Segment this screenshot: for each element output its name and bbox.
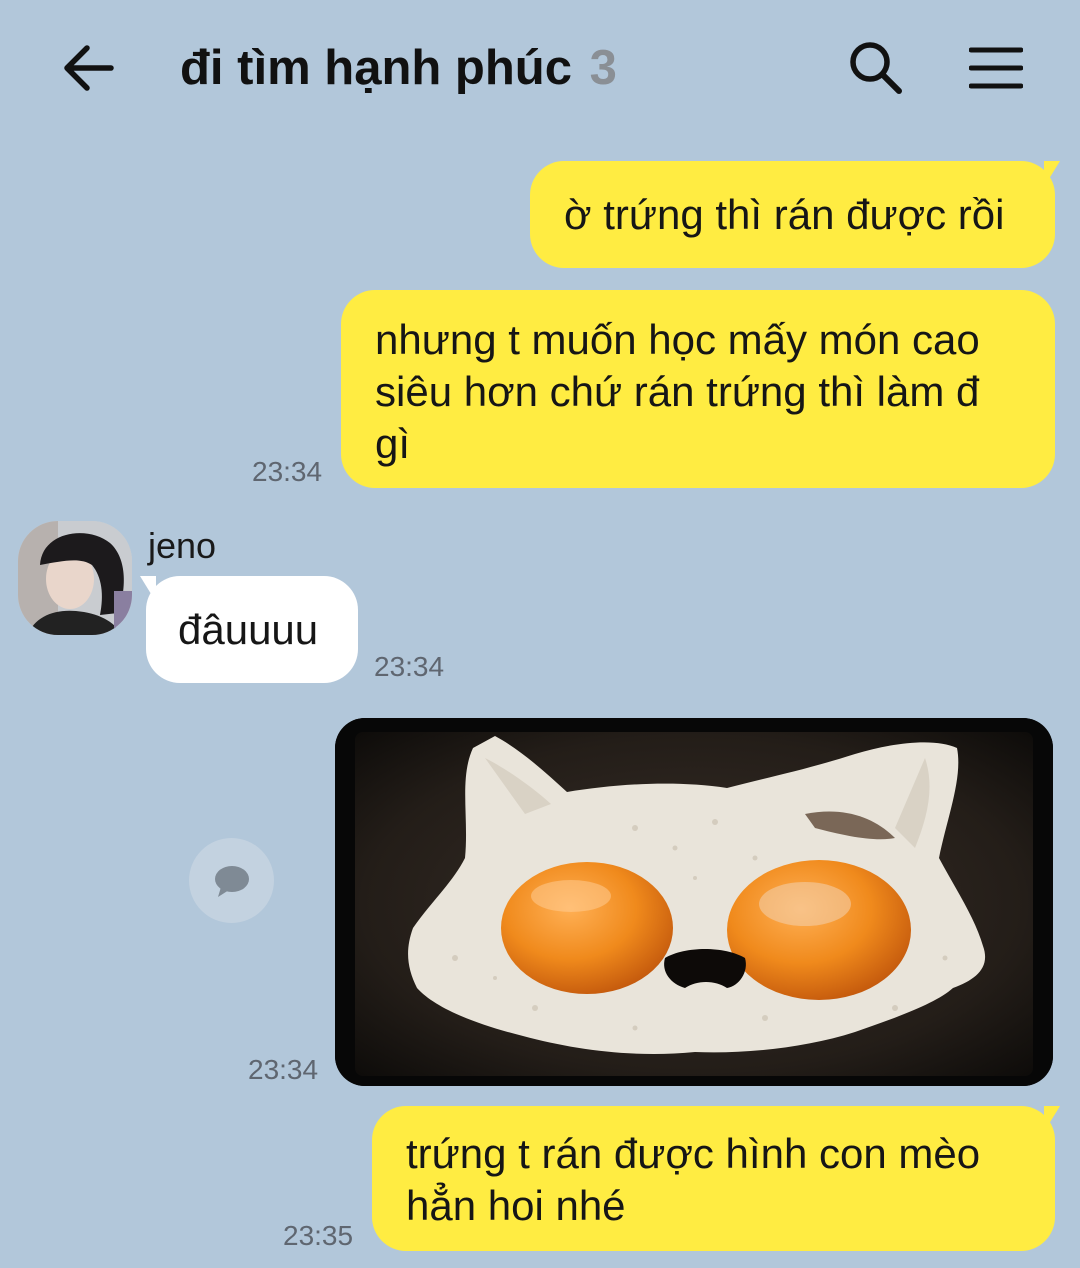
message-text-line: hẳn hoi nhé (406, 1182, 626, 1229)
chat-header: đi tìm hạnh phúc 3 (0, 0, 1080, 135)
chat-title: đi tìm hạnh phúc 3 (180, 38, 617, 98)
back-button[interactable] (56, 38, 120, 98)
arrow-left-icon (64, 45, 114, 91)
menu-button[interactable] (960, 36, 1032, 100)
message-text-line: gì (375, 420, 411, 467)
profile-photo (18, 521, 132, 635)
bubble-tail (140, 576, 156, 602)
message-text: ờ trứng thì rán được rồi (564, 191, 1005, 238)
sender-name: jeno (148, 525, 217, 566)
message-timestamp: 23:35 (283, 1220, 354, 1251)
message-timestamp: 23:34 (252, 456, 323, 487)
bubble-tail (1044, 161, 1060, 187)
message-timestamp: 23:34 (248, 1054, 319, 1085)
search-icon (850, 42, 902, 94)
share-button[interactable] (189, 838, 274, 923)
avatar[interactable] (18, 521, 132, 635)
hamburger-menu-icon (969, 47, 1023, 89)
cat-egg-photo (335, 718, 1053, 1086)
message-text-line: nhưng t muốn học mấy món cao (375, 316, 980, 363)
outgoing-message-bubble[interactable]: nhưng t muốn học mấy món cao siêu hơn ch… (341, 290, 1055, 488)
chat-name: đi tìm hạnh phúc (180, 41, 572, 95)
search-button[interactable] (840, 36, 912, 100)
message-text-line: siêu hơn chứ rán trứng thì làm đ (375, 368, 980, 415)
incoming-message-bubble[interactable]: đâuuuu (146, 576, 358, 683)
member-count: 3 (589, 41, 617, 95)
message-text-line: trứng t rán được hình con mèo (406, 1130, 981, 1177)
speech-bubble-icon (214, 865, 249, 897)
message-text: đâuuuu (178, 606, 319, 653)
bubble-tail (1044, 1106, 1060, 1132)
outgoing-message-bubble[interactable]: ờ trứng thì rán được rồi (530, 161, 1055, 268)
image-message[interactable] (335, 718, 1053, 1086)
outgoing-message-bubble[interactable]: trứng t rán được hình con mèo hẳn hoi nh… (372, 1106, 1055, 1251)
message-timestamp: 23:34 (374, 651, 445, 682)
